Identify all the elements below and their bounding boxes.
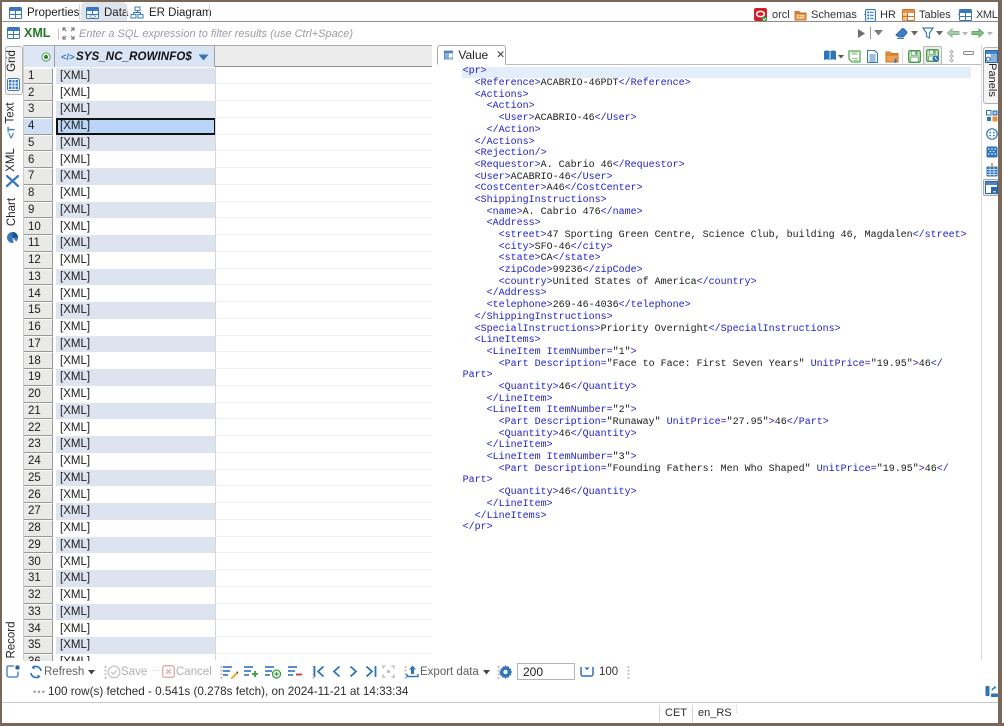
svg-text:<>: <> [89,13,97,19]
svg-text:</>: </> [61,52,75,62]
